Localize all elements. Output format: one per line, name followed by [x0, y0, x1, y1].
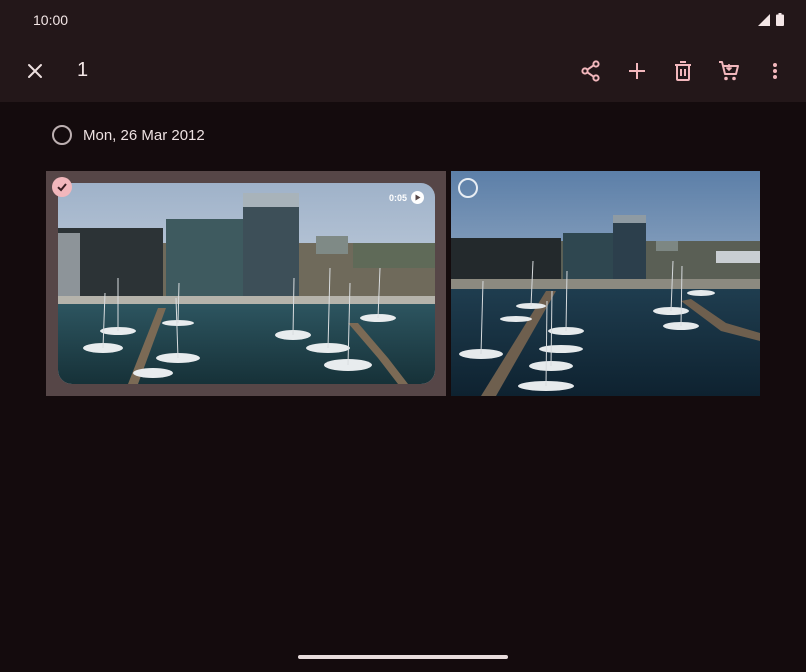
- status-icons: [758, 13, 784, 26]
- harbor-image: [58, 183, 435, 384]
- selected-count: 1: [77, 59, 89, 81]
- add-to-album-button[interactable]: [624, 58, 650, 84]
- shopping-cart-icon: [719, 61, 739, 81]
- gesture-nav-handle[interactable]: [298, 655, 508, 659]
- video-duration: 0:05: [388, 192, 407, 203]
- close-icon: [28, 64, 42, 78]
- media-tile-video-selected[interactable]: 0:05: [46, 171, 446, 396]
- selected-checkbox[interactable]: [52, 177, 72, 197]
- harbor-image: [451, 171, 760, 396]
- add-icon: [629, 63, 645, 79]
- order-prints-button[interactable]: [716, 58, 742, 84]
- share-icon: [581, 60, 600, 82]
- media-tile-photo[interactable]: [451, 171, 760, 396]
- signal-icon: [758, 13, 770, 26]
- status-time: 10:00: [33, 12, 69, 28]
- selection-toolbar: 1: [0, 40, 806, 102]
- delete-icon: [675, 61, 691, 81]
- more-vert-icon: [773, 63, 777, 79]
- video-thumbnail: [58, 183, 435, 384]
- play-icon: [411, 191, 424, 204]
- status-bar: 10:00: [0, 0, 806, 40]
- video-duration-badge: 0:05: [389, 191, 424, 204]
- unselected-checkbox[interactable]: [458, 178, 478, 198]
- close-selection-button[interactable]: [24, 60, 46, 82]
- date-label: Mon, 26 Mar 2012: [83, 126, 205, 144]
- more-options-button[interactable]: [762, 58, 788, 84]
- delete-button[interactable]: [670, 58, 696, 84]
- select-date-group-checkbox[interactable]: [52, 125, 72, 145]
- battery-icon: [776, 13, 784, 26]
- date-group-header[interactable]: Mon, 26 Mar 2012: [52, 125, 205, 145]
- share-button[interactable]: [578, 58, 604, 84]
- check-icon: [57, 183, 67, 192]
